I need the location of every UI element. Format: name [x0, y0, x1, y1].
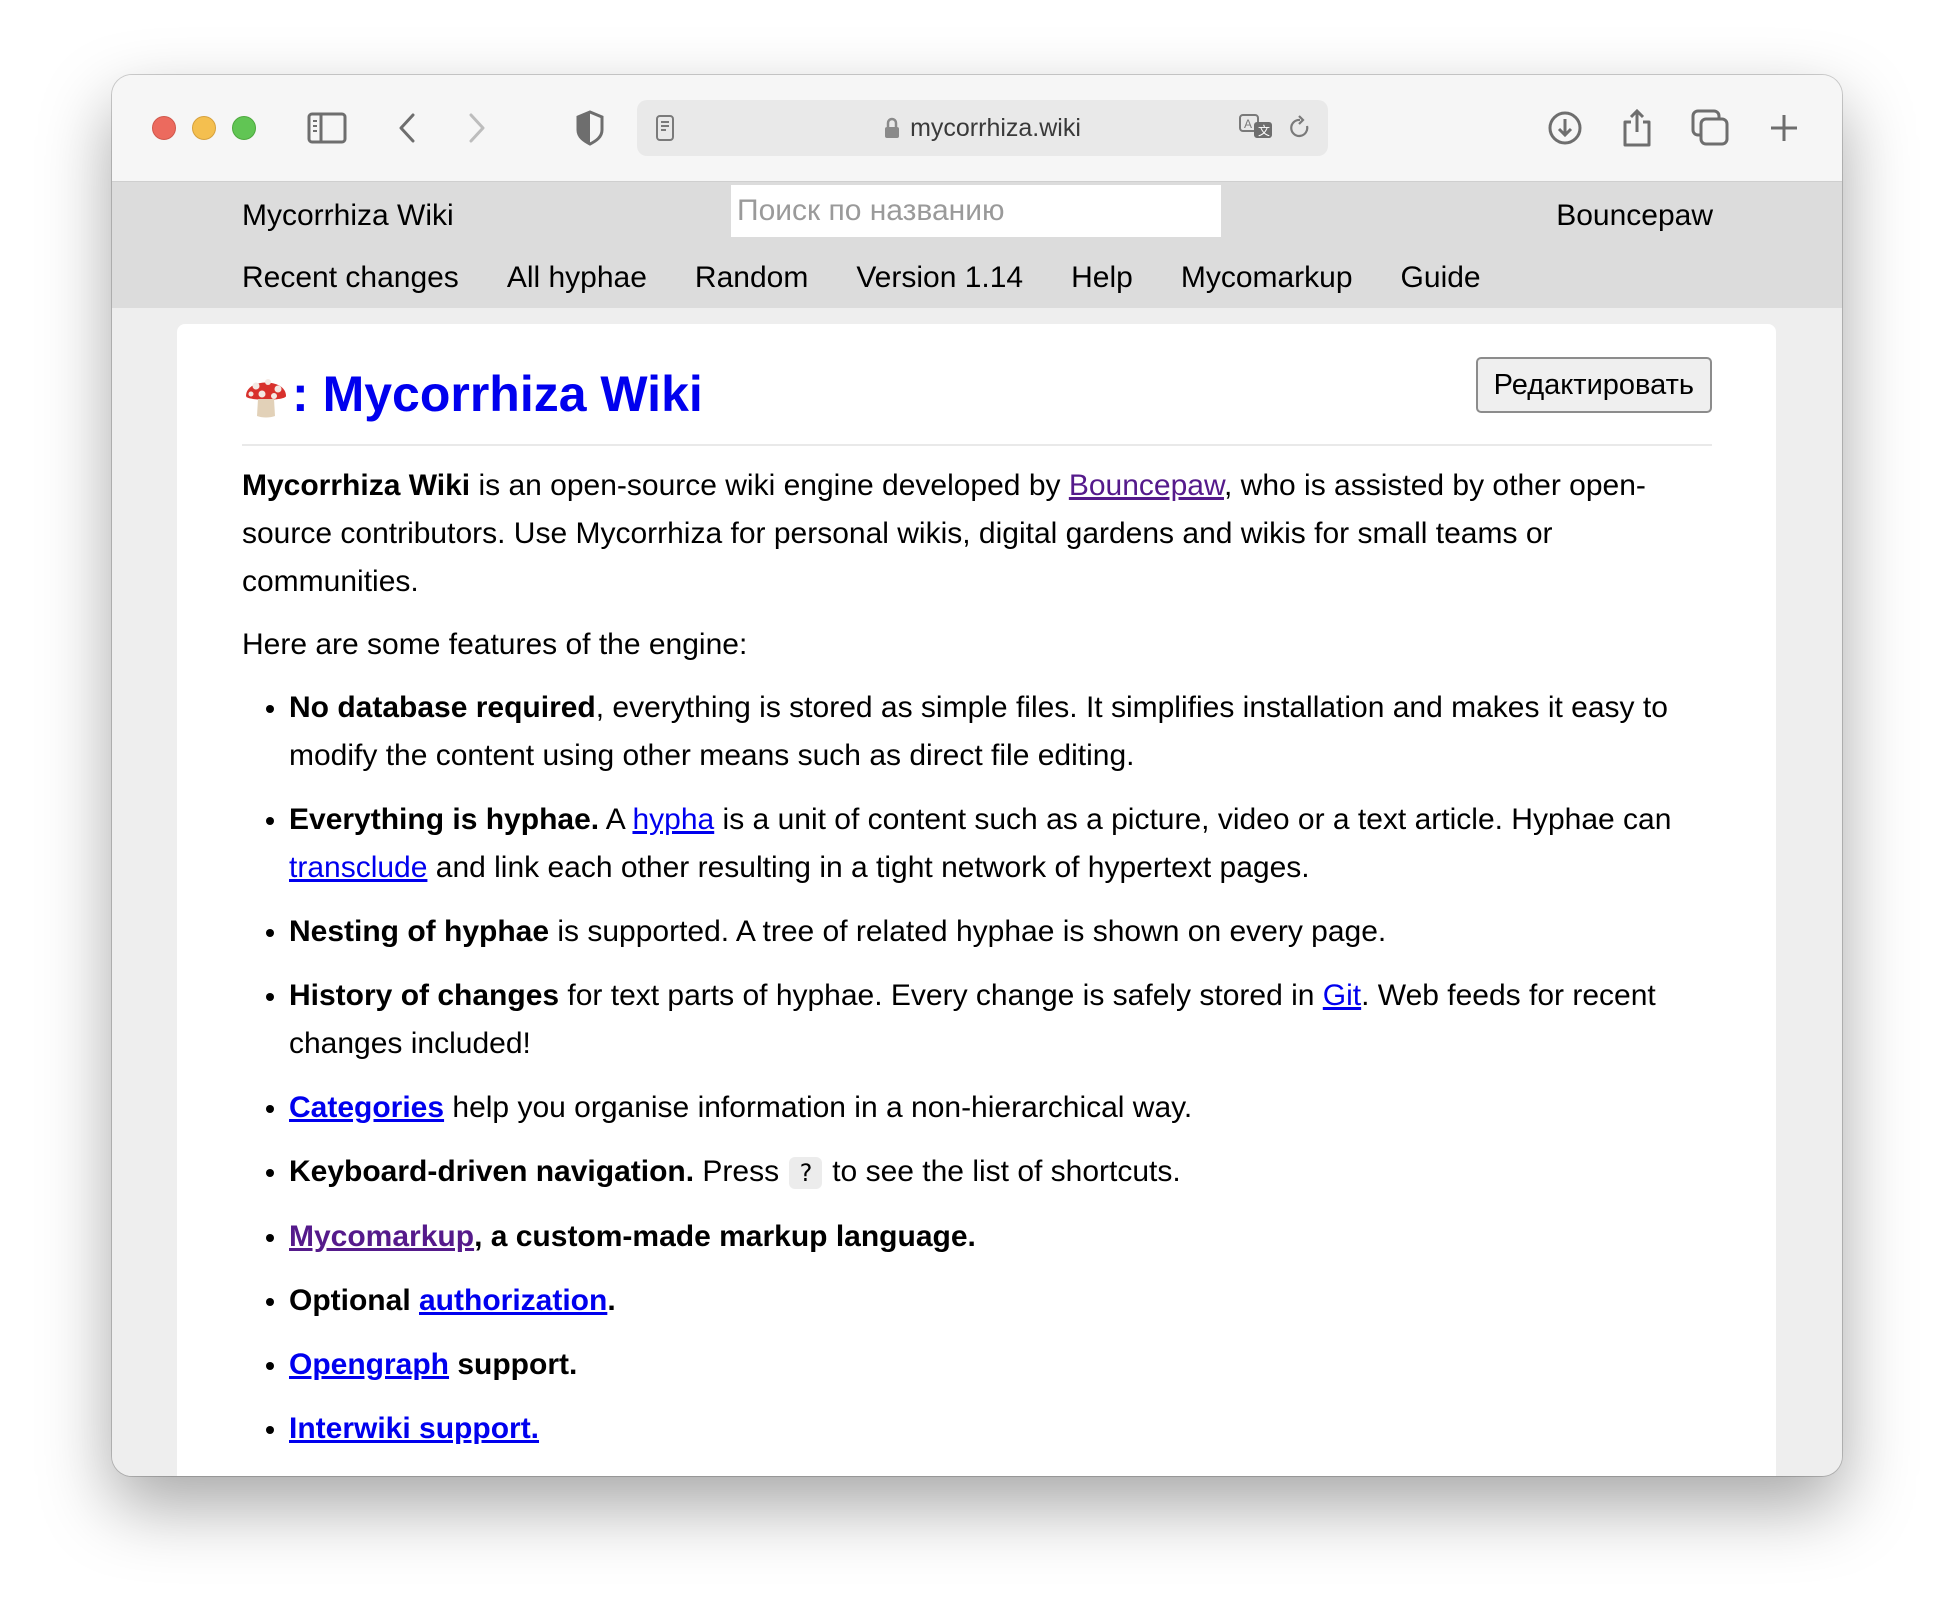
address-bar[interactable]: mycorrhiza.wiki A文 [637, 100, 1328, 156]
new-tab-icon[interactable] [1764, 108, 1804, 148]
browser-window: mycorrhiza.wiki A文 Mycorrhiza Wiki Bounc… [112, 75, 1842, 1476]
close-window-button[interactable] [152, 116, 176, 140]
list-item: Nesting of hyphae is supported. A tree o… [289, 908, 1712, 956]
shortcut-key: ? [789, 1157, 822, 1189]
mycomarkup-link[interactable]: Mycomarkup [289, 1220, 474, 1253]
feature-text: and link each other resulting in a tight… [427, 851, 1310, 884]
feature-bold: Optional [289, 1284, 419, 1317]
list-item: Optional authorization. [289, 1277, 1712, 1325]
shield-icon[interactable] [570, 108, 610, 148]
git-link[interactable]: Git [1323, 979, 1361, 1012]
url-text[interactable]: mycorrhiza.wiki [910, 100, 1081, 156]
wiki-header: Mycorrhiza Wiki Bouncepaw Recent changes… [112, 182, 1842, 308]
site-title-link[interactable]: Mycorrhiza Wiki [242, 196, 454, 236]
svg-text:文: 文 [1258, 123, 1270, 138]
feature-bold: Keyboard-driven navigation. [289, 1155, 695, 1188]
list-item: History of changes for text parts of hyp… [289, 972, 1712, 1068]
title-separator: : [292, 366, 309, 422]
feature-bold: support. [449, 1348, 578, 1381]
forward-icon[interactable] [457, 108, 497, 148]
nav-recent-changes[interactable]: Recent changes [242, 258, 459, 298]
user-link[interactable]: Bouncepaw [1556, 196, 1713, 236]
hypha-link[interactable]: hypha [632, 803, 714, 836]
sidebar-icon[interactable] [307, 108, 347, 148]
nav-help[interactable]: Help [1071, 258, 1133, 298]
title-divider [242, 444, 1712, 446]
list-item: Interwiki support. [289, 1405, 1712, 1453]
feature-bold: , a custom-made markup language. [474, 1220, 976, 1253]
zoom-window-button[interactable] [232, 116, 256, 140]
top-nav: Recent changes All hyphae Random Version… [242, 258, 1481, 298]
nav-all-hyphae[interactable]: All hyphae [507, 258, 647, 298]
intro-bold: Mycorrhiza Wiki [242, 469, 471, 502]
feature-text: for text parts of hyphae. Every change i… [559, 979, 1323, 1012]
list-item: Categories help you organise information… [289, 1084, 1712, 1132]
list-item: Mycomarkup, a custom-made markup languag… [289, 1213, 1712, 1261]
page-title: : Mycorrhiza Wiki [242, 364, 703, 424]
svg-text:A: A [1244, 117, 1252, 131]
list-item: Everything is hyphae. A hypha is a unit … [289, 796, 1712, 892]
opengraph-link[interactable]: Opengraph [289, 1348, 449, 1381]
transclude-link[interactable]: transclude [289, 851, 427, 884]
intro-paragraph: Mycorrhiza Wiki is an open-source wiki e… [242, 462, 1712, 606]
intro-text: is an open-source wiki engine developed … [470, 469, 1069, 502]
nav-random[interactable]: Random [695, 258, 808, 298]
feature-bold: Everything is hyphae. [289, 803, 600, 836]
download-icon[interactable] [1545, 108, 1585, 148]
feature-text: help you organise information in a non-h… [444, 1091, 1193, 1124]
features-list: No database required, everything is stor… [242, 684, 1712, 1453]
lock-icon [885, 117, 900, 138]
feature-text: Press [694, 1155, 788, 1188]
nav-guide[interactable]: Guide [1401, 258, 1481, 298]
tabs-icon[interactable] [1690, 108, 1730, 148]
feature-text: A [599, 803, 633, 836]
feature-bold: History of changes [289, 979, 560, 1012]
minimize-window-button[interactable] [192, 116, 216, 140]
reload-icon[interactable] [1280, 108, 1320, 148]
feature-text: is a unit of content such as a picture, … [714, 803, 1672, 836]
categories-link[interactable]: Categories [289, 1091, 444, 1124]
share-icon[interactable] [1617, 108, 1657, 148]
authorization-link[interactable]: authorization [419, 1284, 607, 1317]
feature-bold: No database required [289, 691, 596, 724]
article-card: : Mycorrhiza Wiki Редактировать Mycorrhi… [177, 324, 1776, 1476]
list-item: No database required, everything is stor… [289, 684, 1712, 780]
feature-text: is supported. A tree of related hyphae i… [549, 915, 1387, 948]
feature-bold: . [607, 1284, 616, 1317]
feature-bold: Nesting of hyphae [289, 915, 550, 948]
back-icon[interactable] [387, 108, 427, 148]
title-text: Mycorrhiza Wiki [322, 366, 703, 422]
edit-button[interactable]: Редактировать [1475, 357, 1712, 413]
translate-icon[interactable]: A文 [1237, 108, 1277, 148]
features-intro: Here are some features of the engine: [242, 628, 748, 661]
mushroom-icon [246, 379, 286, 418]
nav-version[interactable]: Version 1.14 [856, 258, 1023, 298]
interwiki-link[interactable]: Interwiki support. [289, 1412, 539, 1445]
bouncepaw-link[interactable]: Bouncepaw [1069, 469, 1224, 502]
article-body: Mycorrhiza Wiki is an open-source wiki e… [242, 462, 1712, 1469]
feature-text: to see the list of shortcuts. [823, 1155, 1181, 1188]
list-item: Keyboard-driven navigation. Press ? to s… [289, 1148, 1712, 1197]
list-item: Opengraph support. [289, 1341, 1712, 1389]
search-input[interactable] [731, 185, 1221, 237]
browser-toolbar: mycorrhiza.wiki A文 [112, 75, 1842, 182]
nav-mycomarkup[interactable]: Mycomarkup [1181, 258, 1353, 298]
